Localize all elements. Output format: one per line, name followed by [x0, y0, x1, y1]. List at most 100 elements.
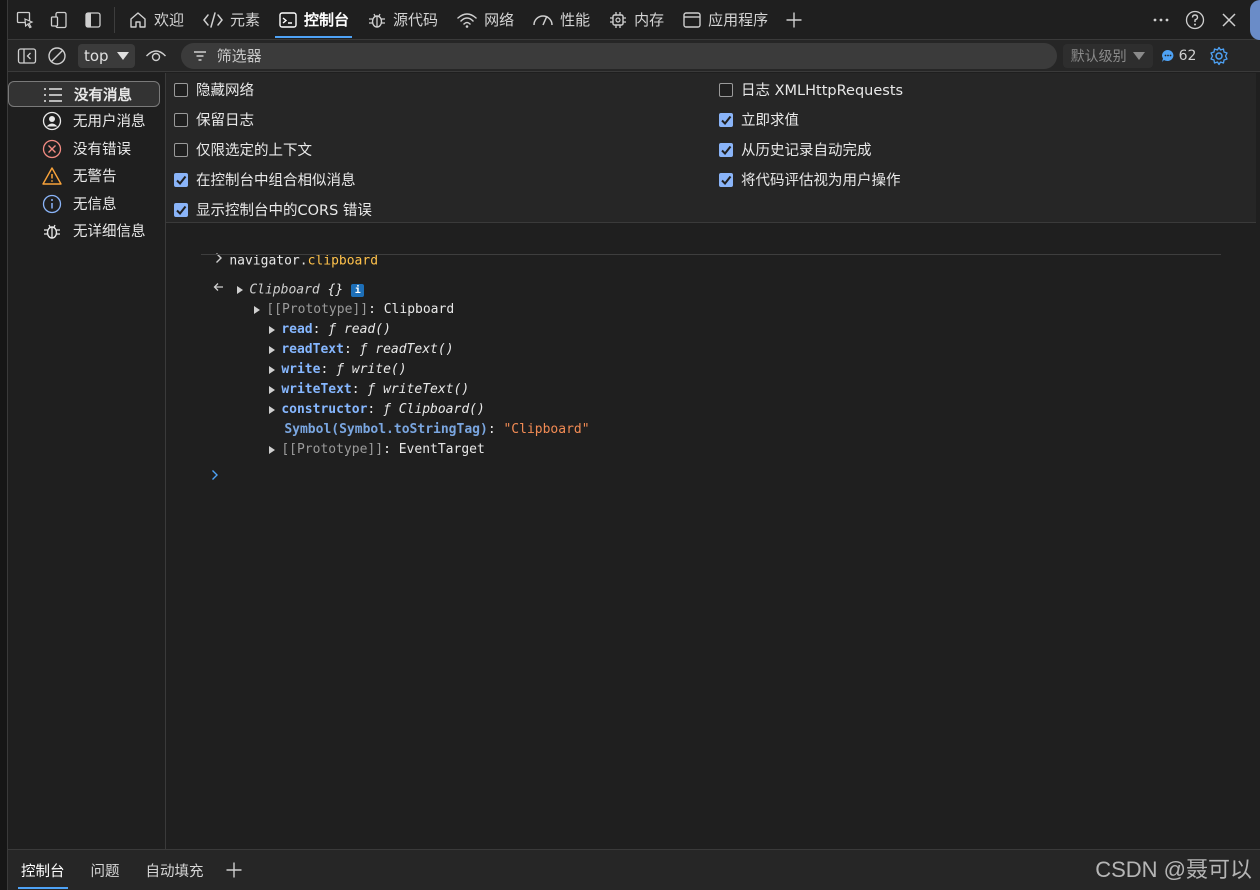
- prompt-chevron-icon: [211, 468, 219, 488]
- method-row-writetext[interactable]: writeText: ƒ writeText(): [238, 360, 469, 397]
- devtools-tab-bar: 欢迎 元素 控制台 源代码 网络 性能 内存 应用程序: [8, 0, 1260, 40]
- sidebar-item-label: 无信息: [73, 196, 117, 213]
- checkbox-box[interactable]: [174, 82, 188, 97]
- tab-sources[interactable]: 源代码: [358, 0, 447, 40]
- profile-edge-decoration: [1250, 0, 1260, 40]
- more-options-icon[interactable]: [1144, 0, 1178, 40]
- expand-triangle-icon[interactable]: [269, 445, 276, 454]
- console-input-line[interactable]: navigator.clipboard: [184, 231, 378, 269]
- drawer-tab-autofill[interactable]: 自动填充: [133, 850, 217, 890]
- autocomplete-history-checkbox[interactable]: 从历史记录自动完成: [719, 139, 872, 160]
- method-row-write[interactable]: write: ƒ write(): [238, 340, 407, 377]
- list-icon: [43, 85, 63, 105]
- warning-icon: [42, 166, 62, 186]
- tab-label: 欢迎: [154, 11, 185, 29]
- settings-gear-icon[interactable]: [1202, 40, 1236, 72]
- checkbox-box[interactable]: [174, 112, 188, 127]
- dock-side-icon[interactable]: [76, 0, 110, 40]
- checkbox-box[interactable]: [719, 142, 733, 157]
- info-icon: [42, 194, 62, 214]
- checkbox-box[interactable]: [174, 142, 188, 157]
- tab-performance[interactable]: 性能: [523, 0, 599, 40]
- live-expression-eye-icon[interactable]: [139, 40, 173, 72]
- filter-input[interactable]: 筛选器: [180, 42, 1057, 69]
- drawer-tab-console[interactable]: 控制台: [8, 850, 78, 890]
- console-output[interactable]: navigator.clipboard Clipboard {} i [[Prot…: [166, 224, 1256, 849]
- sidebar-item-errors[interactable]: 没有错误: [8, 135, 165, 163]
- error-icon: [42, 139, 62, 159]
- group-similar-checkbox[interactable]: 在控制台中组合相似消息: [174, 169, 356, 190]
- checkbox-box[interactable]: [174, 202, 188, 217]
- tab-label: 控制台: [304, 11, 350, 29]
- checkbox-box[interactable]: [174, 172, 188, 187]
- drawer-tab-label: 问题: [90, 863, 120, 880]
- sidebar-item-label: 无用户消息: [73, 114, 146, 131]
- checkbox-label: 保留日志: [196, 113, 254, 129]
- drawer-tab-label: 自动填充: [145, 863, 204, 880]
- close-icon[interactable]: [1212, 0, 1246, 40]
- chip-icon: [608, 10, 628, 30]
- checkbox-box[interactable]: [719, 112, 733, 127]
- window-edge: [0, 0, 8, 890]
- bug-icon: [42, 221, 62, 241]
- log-level-selector[interactable]: 默认级别: [1062, 43, 1153, 68]
- checkbox-box[interactable]: [719, 172, 733, 187]
- sidebar-item-info[interactable]: 无信息: [8, 190, 165, 218]
- sidebar-item-messages[interactable]: 没有消息: [8, 81, 160, 107]
- eager-evaluation-checkbox[interactable]: 立即求值: [719, 109, 799, 130]
- filter-icon: [193, 50, 207, 62]
- sidebar-item-verbose[interactable]: 无详细信息: [8, 217, 165, 245]
- window-controls: [1144, 0, 1260, 40]
- drawer-tab-label: 控制台: [21, 863, 65, 880]
- tab-elements[interactable]: 元素: [193, 0, 269, 40]
- drawer-tab-issues[interactable]: 问题: [78, 850, 133, 890]
- help-icon[interactable]: [1178, 0, 1212, 40]
- drawer-tab-bar: 控制台 问题 自动填充 CSDN @聂可以: [8, 849, 1260, 890]
- selected-context-only-checkbox[interactable]: 仅限选定的上下文: [174, 139, 312, 160]
- code-icon: [202, 10, 224, 30]
- console-toolbar: top 筛选器 默认级别 62: [8, 40, 1260, 72]
- tab-welcome[interactable]: 欢迎: [119, 0, 193, 40]
- clear-console-icon[interactable]: [42, 40, 72, 72]
- tab-memory[interactable]: 内存: [599, 0, 673, 40]
- preserve-log-checkbox[interactable]: 保留日志: [174, 109, 254, 130]
- device-emulation-icon[interactable]: [42, 0, 76, 40]
- context-selector[interactable]: top: [78, 43, 135, 68]
- hide-network-checkbox[interactable]: 隐藏网络: [174, 79, 254, 100]
- entry-divider: [201, 254, 1221, 255]
- log-level-label: 默认级别: [1070, 48, 1127, 65]
- sidebar-item-label: 没有消息: [74, 87, 132, 104]
- message-count-badge[interactable]: 62: [1161, 48, 1196, 64]
- show-sidebar-icon[interactable]: [12, 40, 42, 72]
- log-xmlhttprequests-checkbox[interactable]: 日志 XMLHttpRequests: [719, 79, 903, 100]
- tab-application[interactable]: 应用程序: [673, 0, 777, 40]
- sidebar-item-user-messages[interactable]: 无用户消息: [8, 107, 165, 135]
- add-tab-plus-icon[interactable]: [777, 0, 811, 40]
- checkbox-label: 将代码评估视为用户操作: [741, 173, 901, 189]
- checkbox-label: 显示控制台中的CORS 错误: [196, 203, 372, 219]
- result-line[interactable]: Clipboard {} i: [182, 260, 365, 298]
- prototype-value: Clipboard: [383, 302, 455, 317]
- show-cors-errors-checkbox[interactable]: 显示控制台中的CORS 错误: [174, 199, 372, 220]
- user-activation-eval-checkbox[interactable]: 将代码评估视为用户操作: [719, 169, 901, 190]
- console-sidebar: 没有消息 无用户消息 没有错误 无警告 无信息 无详细信息: [8, 73, 166, 849]
- console-settings-panel: 隐藏网络 保留日志 仅限选定的上下文 在控制台中组合相似消息 显示控制台中的CO…: [166, 73, 1256, 223]
- prototype-row[interactable]: [[Prototype]]: Clipboard: [223, 280, 454, 317]
- chevron-down-icon: [1132, 51, 1145, 61]
- prototype-row-eventtarget[interactable]: [[Prototype]]: EventTarget: [238, 420, 485, 457]
- method-row-read[interactable]: read: ƒ read(): [238, 300, 391, 337]
- tab-network[interactable]: 网络: [447, 0, 523, 40]
- method-row-readtext[interactable]: readText: ƒ readText(): [238, 320, 454, 357]
- add-drawer-tab-plus-icon[interactable]: [217, 850, 251, 890]
- inspect-element-icon[interactable]: [8, 0, 42, 40]
- sidebar-item-warnings[interactable]: 无警告: [8, 162, 165, 190]
- checkbox-box[interactable]: [719, 82, 733, 97]
- sidebar-item-label: 没有错误: [73, 141, 131, 158]
- console-prompt[interactable]: [180, 448, 219, 480]
- method-row-constructor[interactable]: constructor: ƒ Clipboard(): [238, 380, 485, 417]
- window-icon: [682, 10, 702, 30]
- gauge-icon: [532, 10, 554, 30]
- tab-label: 应用程序: [708, 11, 769, 29]
- tab-console[interactable]: 控制台: [269, 0, 358, 40]
- tab-label: 性能: [560, 11, 591, 29]
